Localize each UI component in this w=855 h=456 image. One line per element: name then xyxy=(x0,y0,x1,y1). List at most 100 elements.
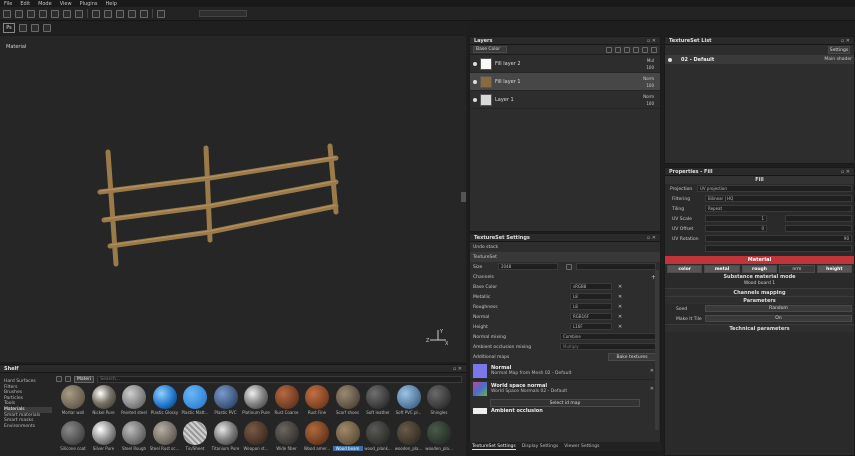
projection-icon[interactable] xyxy=(27,9,35,18)
menu-file[interactable]: File xyxy=(4,1,12,7)
add-fill-icon[interactable] xyxy=(615,46,621,53)
material-thumbnail[interactable] xyxy=(213,385,238,409)
ao-map-slot[interactable]: Ambient occlusion xyxy=(470,408,660,414)
viewport-3d[interactable]: Material Y Z X xyxy=(0,36,466,362)
eye-icon[interactable] xyxy=(473,61,477,66)
remove-channel-icon[interactable]: ✕ xyxy=(618,324,622,330)
tiling-dropdown[interactable]: Repeat xyxy=(705,205,852,212)
geometry-fill-icon[interactable] xyxy=(39,9,47,18)
material-thumbnail[interactable] xyxy=(61,421,85,445)
tab-display-settings[interactable]: Display Settings xyxy=(522,444,558,449)
material-thumbnail[interactable] xyxy=(396,385,421,409)
material-thumbnail[interactable] xyxy=(396,421,421,445)
layer-opacity[interactable]: 100 xyxy=(646,83,654,88)
eye-icon[interactable] xyxy=(473,97,477,102)
substance-material-name[interactable]: Wood board 1 xyxy=(665,281,854,288)
layer-blend[interactable]: Norm xyxy=(643,94,654,99)
material-thumbnail[interactable] xyxy=(305,421,329,445)
material-thumbnail[interactable] xyxy=(244,385,268,409)
normal-map-slot[interactable]: Normal Normal Map from Mesh 02 - Default… xyxy=(470,362,660,380)
bake-textures-button[interactable]: Bake textures xyxy=(608,353,656,361)
material-section-header[interactable]: Material xyxy=(665,256,854,264)
toggle-metal[interactable]: metal xyxy=(704,265,740,273)
menu-help[interactable]: Help xyxy=(105,1,116,7)
projection-dropdown[interactable]: UV projection xyxy=(697,185,852,192)
settings-icon[interactable] xyxy=(43,24,51,32)
grid-icon[interactable] xyxy=(65,376,71,382)
size-dropdown[interactable]: 2048 xyxy=(498,263,558,270)
menu-edit[interactable]: Edit xyxy=(20,1,30,7)
symmetry-icon[interactable] xyxy=(92,9,100,18)
close-icon[interactable]: ▫ ✕ xyxy=(647,38,656,44)
delete-icon[interactable] xyxy=(651,46,657,53)
gift-icon[interactable] xyxy=(31,24,39,32)
screen-icon[interactable] xyxy=(116,9,124,18)
world-normal-map-slot[interactable]: World space normal World Space Normals 0… xyxy=(470,380,660,398)
layer-blend[interactable]: Mul xyxy=(647,58,654,63)
layer-row[interactable]: Fill layer 2 Mul 100 xyxy=(470,55,660,73)
panel-splitter-handle[interactable] xyxy=(461,192,466,202)
channel-format-dropdown[interactable]: L16F xyxy=(570,323,612,330)
close-icon[interactable]: ▫ ✕ xyxy=(647,235,656,241)
material-thumbnail[interactable] xyxy=(152,385,177,409)
search-tag[interactable]: Materi xyxy=(74,375,95,383)
add-layer-icon[interactable] xyxy=(606,46,612,53)
material-thumbnail[interactable] xyxy=(122,421,146,445)
eye-icon[interactable] xyxy=(473,79,477,84)
channels-mapping-section[interactable]: Channels mapping xyxy=(665,288,854,296)
uv-scale-slider[interactable]: 1 xyxy=(705,215,767,222)
tab-viewer-settings[interactable]: Viewer Settings xyxy=(564,444,599,449)
remove-channel-icon[interactable]: ✕ xyxy=(618,314,622,320)
channel-format-dropdown[interactable]: RGB16F xyxy=(570,313,612,320)
clone-icon[interactable] xyxy=(63,9,71,18)
material-thumbnail[interactable] xyxy=(335,421,360,445)
fill-section-header[interactable]: Fill xyxy=(665,176,854,184)
paint-brush-icon[interactable] xyxy=(3,9,11,18)
tab-textureset-settings[interactable]: TextureSet Settings xyxy=(472,444,516,450)
layer-opacity[interactable]: 100 xyxy=(646,65,654,70)
material-thumbnail[interactable] xyxy=(183,421,207,445)
material-thumbnail[interactable] xyxy=(122,385,146,409)
technical-parameters-section[interactable]: Technical parameters xyxy=(665,324,854,332)
material-thumbnail[interactable] xyxy=(213,421,238,445)
link-icon[interactable] xyxy=(566,264,572,270)
filtering-dropdown[interactable]: Bilinear | HQ xyxy=(705,195,852,202)
remove-channel-icon[interactable]: ✕ xyxy=(618,284,622,290)
remove-channel-icon[interactable]: ✕ xyxy=(618,294,622,300)
extra-slider[interactable] xyxy=(705,245,852,252)
remove-channel-icon[interactable]: ✕ xyxy=(618,304,622,310)
shelf-category-item[interactable]: Environments xyxy=(4,424,52,430)
uv-offset-slider-secondary[interactable] xyxy=(785,225,852,232)
menu-plugins[interactable]: Plugins xyxy=(80,1,98,7)
material-thumbnail[interactable] xyxy=(366,421,390,445)
viewport-mode-dropdown[interactable] xyxy=(199,10,247,17)
camera-icon[interactable] xyxy=(104,9,112,18)
close-icon[interactable]: ▫ ✕ xyxy=(453,366,462,372)
layer-row[interactable]: Layer 1 Norm 100 xyxy=(470,91,660,109)
smudge-icon[interactable] xyxy=(51,9,59,18)
shader-name[interactable]: Main shader xyxy=(824,57,852,62)
render-icon[interactable] xyxy=(128,9,136,18)
material-thumbnail[interactable] xyxy=(274,385,299,409)
material-thumbnail[interactable] xyxy=(152,421,177,445)
make-tile-toggle[interactable]: On xyxy=(705,315,852,322)
remove-map-icon[interactable]: ✕ xyxy=(650,368,654,374)
close-icon[interactable]: ▫ ✕ xyxy=(841,38,850,44)
eraser-icon[interactable] xyxy=(15,9,23,18)
layer-row-selected[interactable]: Fill layer 1 Norm 100 xyxy=(470,73,660,91)
ao-mixing-dropdown[interactable]: Multiply xyxy=(560,343,656,350)
toggle-color[interactable]: color xyxy=(667,265,703,273)
toggle-rough[interactable]: rough xyxy=(741,265,778,273)
parameters-section[interactable]: Parameters xyxy=(665,296,854,304)
uv-offset-slider[interactable]: 0 xyxy=(705,225,767,232)
material-thumbnail[interactable] xyxy=(335,385,360,409)
menu-view[interactable]: View xyxy=(60,1,72,7)
close-icon[interactable]: ▫ ✕ xyxy=(841,169,850,175)
material-thumbnail[interactable] xyxy=(274,421,299,445)
menu-mode[interactable]: Mode xyxy=(38,1,52,7)
material-thumbnail[interactable] xyxy=(366,385,390,409)
size-secondary-dropdown[interactable] xyxy=(576,263,656,270)
filter-icon[interactable] xyxy=(56,376,62,382)
select-id-map-button[interactable]: Select id map xyxy=(490,399,640,407)
channel-format-dropdown[interactable]: L8 xyxy=(570,293,612,300)
